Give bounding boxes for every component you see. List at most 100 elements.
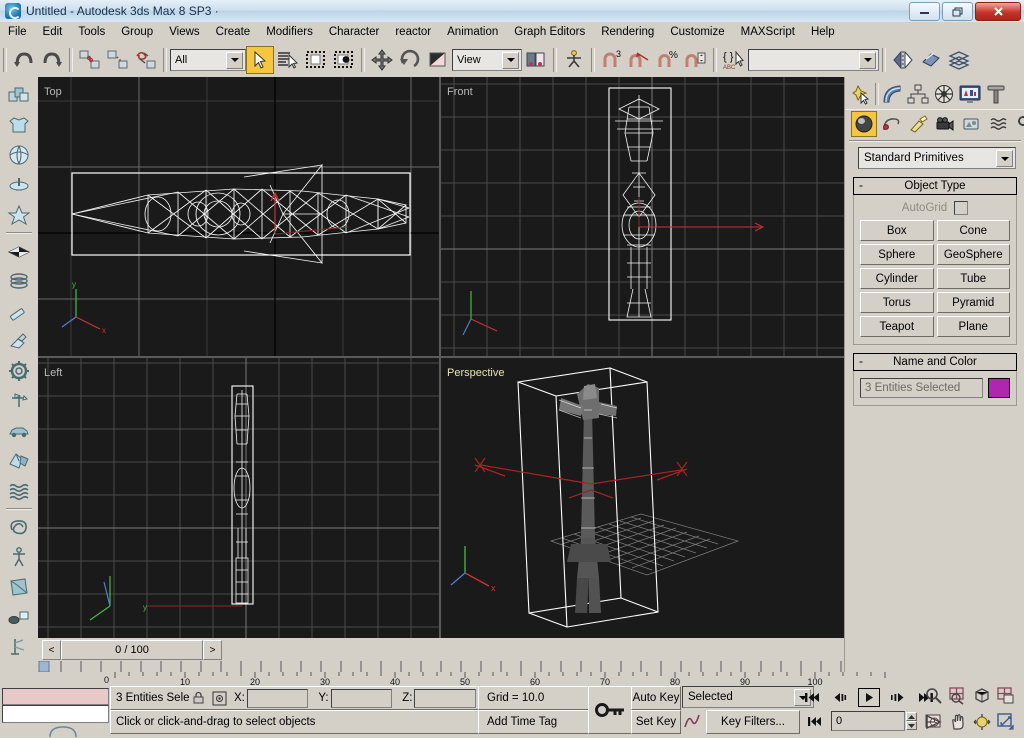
select-and-rotate-icon[interactable]	[396, 46, 424, 74]
plane-button[interactable]: Plane	[936, 316, 1010, 337]
menu-group[interactable]: Group	[113, 24, 161, 40]
next-frame-button[interactable]: >	[203, 640, 222, 660]
modify-tab-icon[interactable]	[879, 81, 905, 107]
current-frame-display[interactable]: 0 / 100	[61, 640, 203, 660]
set-key-button[interactable]: Set Key	[631, 710, 681, 734]
shapes-icon[interactable]	[878, 111, 904, 137]
viewport-top[interactable]: y x Top	[38, 77, 439, 356]
cameras-icon[interactable]	[932, 111, 958, 137]
maxscript-mini-listener-input[interactable]	[2, 688, 109, 705]
key-mode-toggle-icon[interactable]	[803, 711, 827, 731]
track-bar-ruler[interactable]	[38, 661, 844, 672]
box-button[interactable]: Box	[860, 220, 934, 241]
cloth-patch-icon[interactable]	[4, 572, 34, 602]
time-slider[interactable]: < 0 / 100 >	[42, 640, 222, 660]
y-field[interactable]	[330, 688, 393, 708]
ragdoll-icon[interactable]	[4, 542, 34, 572]
named-selection-sets-icon[interactable]: { } ABC	[720, 46, 748, 74]
absolute-relative-coords-icon[interactable]	[212, 691, 227, 706]
minimize-button[interactable]	[909, 2, 940, 21]
menu-animation[interactable]: Animation	[439, 24, 506, 40]
menu-rendering[interactable]: Rendering	[593, 24, 662, 40]
rope-icon[interactable]	[4, 512, 34, 542]
menu-graph-editors[interactable]: Graph Editors	[506, 24, 593, 40]
current-frame-field[interactable]: 0	[831, 711, 905, 731]
car-icon[interactable]	[4, 416, 34, 446]
create-tab-icon[interactable]	[849, 81, 875, 107]
maximize-viewport-icon[interactable]	[994, 710, 1018, 734]
preview-animation-icon[interactable]	[4, 632, 34, 662]
frame-spinner[interactable]	[906, 712, 917, 730]
collision-icon[interactable]	[4, 602, 34, 632]
next-frame-icon[interactable]	[885, 687, 909, 707]
select-by-name-icon[interactable]	[274, 46, 302, 74]
object-name-field[interactable]: 3 Entities Selected	[860, 378, 983, 398]
motion-tab-icon[interactable]	[931, 81, 957, 107]
menu-edit[interactable]: Edit	[35, 24, 71, 40]
collapse-icon[interactable]: -	[859, 354, 863, 369]
fracture-icon[interactable]	[4, 446, 34, 476]
name-and-color-header[interactable]: - Name and Color	[853, 353, 1017, 371]
utilities-tab-icon[interactable]	[983, 81, 1009, 107]
named-selection-set-dropdown[interactable]	[748, 48, 879, 71]
springs-icon[interactable]	[4, 266, 34, 296]
reference-coordinate-dropdown[interactable]: View	[452, 48, 522, 71]
align-icon[interactable]	[917, 46, 945, 74]
previous-frame-icon[interactable]	[829, 687, 853, 707]
time-ruler[interactable]: 10 20 30 40 50 60 70 80 90 100	[110, 672, 900, 686]
play-animation-icon[interactable]	[858, 687, 880, 707]
arc-rotate-icon[interactable]	[970, 710, 994, 734]
viewport-left[interactable]: y Left	[38, 358, 439, 638]
collapse-icon[interactable]: -	[859, 178, 863, 193]
undo-icon[interactable]	[10, 46, 38, 74]
percent-snap-toggle-icon[interactable]: %	[654, 46, 682, 74]
rectangular-selection-region-icon[interactable]	[302, 46, 330, 74]
menu-file[interactable]: File	[0, 24, 35, 40]
maximize-button[interactable]	[942, 2, 973, 21]
field-of-view-icon[interactable]	[922, 710, 946, 734]
pyramid-button[interactable]: Pyramid	[936, 292, 1010, 313]
angle-snap-toggle-icon[interactable]	[626, 46, 654, 74]
selection-filter-dropdown[interactable]: All	[170, 48, 246, 71]
helpers-icon[interactable]	[959, 111, 985, 137]
zoom-all-icon[interactable]	[946, 684, 970, 708]
viewport-front[interactable]: Front	[441, 77, 844, 356]
selection-level-dropdown[interactable]: Selected	[682, 686, 814, 708]
object-type-header[interactable]: - Object Type	[853, 177, 1017, 195]
menu-modifiers[interactable]: Modifiers	[258, 24, 321, 40]
ball-icon[interactable]	[4, 140, 34, 170]
window-crossing-icon[interactable]	[330, 46, 358, 74]
chevron-down-icon[interactable]	[502, 51, 519, 69]
chevron-down-icon[interactable]	[226, 51, 243, 69]
pan-icon[interactable]	[946, 710, 970, 734]
spinner-up-button[interactable]	[906, 712, 917, 721]
geometry-icon[interactable]	[851, 111, 877, 137]
add-time-tag-button[interactable]: Add Time Tag	[478, 710, 596, 734]
zoom-extents-icon[interactable]	[970, 684, 994, 708]
set-key-curve-icon[interactable]	[682, 710, 702, 732]
z-field[interactable]	[414, 688, 477, 708]
maxscript-mini-listener-output[interactable]	[2, 705, 109, 723]
display-tab-icon[interactable]	[957, 81, 983, 107]
close-button[interactable]	[975, 2, 1021, 21]
select-object-icon[interactable]	[246, 45, 274, 74]
layer-manager-icon[interactable]	[945, 46, 973, 74]
bind-to-space-warp-icon[interactable]	[132, 46, 160, 74]
dashpot-icon[interactable]	[4, 296, 34, 326]
mirror-icon[interactable]	[889, 46, 917, 74]
select-and-move-icon[interactable]	[368, 46, 396, 74]
zoom-icon[interactable]	[922, 684, 946, 708]
motor-icon[interactable]	[4, 326, 34, 356]
object-color-swatch[interactable]	[988, 378, 1010, 398]
cone-button[interactable]: Cone	[936, 220, 1010, 241]
gear-icon[interactable]	[4, 356, 34, 386]
torus-button[interactable]: Torus	[860, 292, 934, 313]
sphere-button[interactable]: Sphere	[860, 244, 934, 265]
auto-key-button[interactable]: Auto Key	[631, 686, 681, 710]
redo-icon[interactable]	[38, 46, 66, 74]
water-icon[interactable]	[4, 476, 34, 506]
chevron-down-icon[interactable]	[996, 150, 1013, 167]
menu-character[interactable]: Character	[321, 24, 388, 40]
object-category-dropdown[interactable]: Standard Primitives	[858, 147, 1016, 169]
snaps-toggle-3-icon[interactable]: 3	[598, 46, 626, 74]
